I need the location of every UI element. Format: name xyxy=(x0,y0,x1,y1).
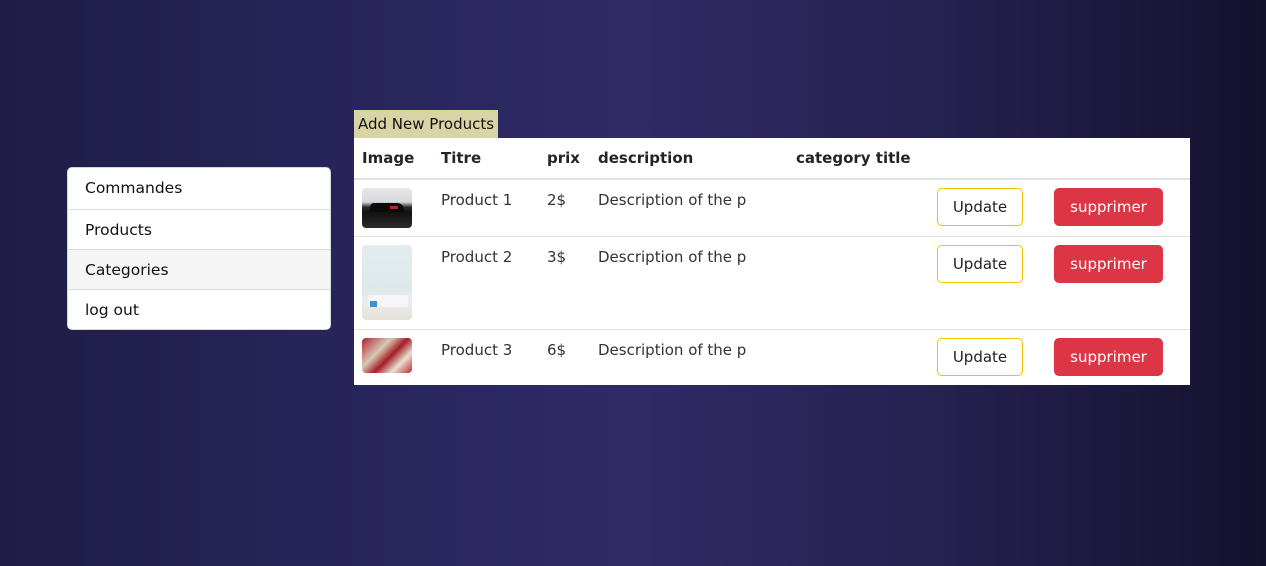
category-cell xyxy=(788,179,929,237)
update-button[interactable]: Update xyxy=(937,188,1023,226)
delete-cell: supprimer xyxy=(1046,179,1190,237)
title-cell: Product 2 xyxy=(433,236,539,330)
update-cell: Update xyxy=(929,179,1046,237)
sidebar-item-logout[interactable]: log out xyxy=(68,289,330,329)
sidebar-menu: Commandes Products Categories log out xyxy=(67,167,331,330)
title-cell: Product 1 xyxy=(433,179,539,237)
price-cell: 3$ xyxy=(539,236,590,330)
delete-cell: supprimer xyxy=(1046,330,1190,385)
products-table: Image Titre prix description category ti… xyxy=(354,138,1190,385)
description-cell: Description of the p xyxy=(590,179,788,237)
header-delete xyxy=(1046,138,1190,180)
header-prix: prix xyxy=(539,138,590,180)
product-image xyxy=(362,188,412,228)
update-cell: Update xyxy=(929,330,1046,385)
category-cell xyxy=(788,330,929,385)
product-image xyxy=(362,338,412,373)
header-update xyxy=(929,138,1046,180)
add-new-products-link[interactable]: Add New Products xyxy=(354,110,499,138)
image-cell xyxy=(354,236,433,330)
price-cell: 2$ xyxy=(539,179,590,237)
category-cell xyxy=(788,236,929,330)
image-cell xyxy=(354,330,433,385)
product-image xyxy=(362,245,412,320)
price-cell: 6$ xyxy=(547,341,567,359)
table-header-row: Image Titre prix description category ti… xyxy=(354,138,1190,180)
sidebar-item-categories[interactable]: Categories xyxy=(68,249,330,289)
sidebar-item-commandes[interactable]: Commandes xyxy=(68,168,330,209)
description-cell: Description of the p xyxy=(598,341,747,359)
header-category-title: category title xyxy=(788,138,929,180)
update-cell: Update xyxy=(929,236,1046,330)
header-description: description xyxy=(590,138,788,180)
table-row: Product 3 6$ Description of the p Update… xyxy=(354,330,1190,385)
header-image: Image xyxy=(354,138,433,180)
update-button[interactable]: Update xyxy=(937,245,1023,283)
image-cell xyxy=(354,179,433,237)
products-table-container: Image Titre prix description category ti… xyxy=(354,138,1190,385)
table-row: Product 2 3$ Description of the p Update… xyxy=(354,236,1190,330)
delete-button[interactable]: supprimer xyxy=(1054,338,1163,376)
update-button[interactable]: Update xyxy=(937,338,1023,376)
header-titre: Titre xyxy=(433,138,539,180)
title-cell: Product 3 xyxy=(441,341,513,359)
sidebar-item-products[interactable]: Products xyxy=(68,209,330,249)
delete-cell: supprimer xyxy=(1046,236,1190,330)
table-row: Product 1 2$ Description of the p Update… xyxy=(354,179,1190,237)
delete-button[interactable]: supprimer xyxy=(1054,188,1163,226)
delete-button[interactable]: supprimer xyxy=(1054,245,1163,283)
description-cell: Description of the p xyxy=(590,236,788,330)
